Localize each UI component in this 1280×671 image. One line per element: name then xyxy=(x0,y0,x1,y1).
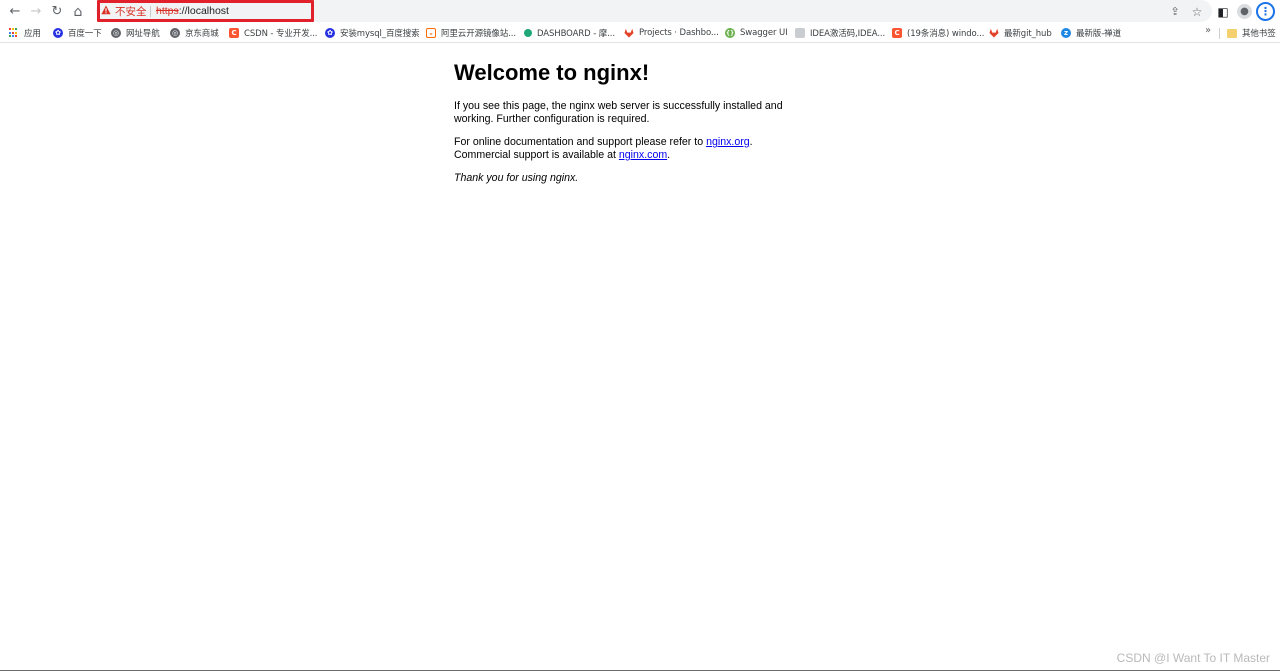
forward-button[interactable]: → xyxy=(25,0,47,23)
bookmark-aliyun-mirror[interactable]: - 阿里云开源镜像站... xyxy=(426,25,516,41)
bookmarks-divider xyxy=(1219,28,1220,39)
gitlab-icon xyxy=(989,28,999,38)
forward-arrow-icon: → xyxy=(30,4,42,19)
reload-icon: ↻ xyxy=(51,4,63,19)
other-bookmarks-folder[interactable]: 其他书签 xyxy=(1227,25,1276,41)
bookmark-label: IDEA激活码,IDEA... xyxy=(810,29,886,39)
bookmark-gitlab-projects[interactable]: Projects · Dashbo... xyxy=(624,25,719,41)
idea-icon xyxy=(795,28,805,38)
annotation-highlight-box xyxy=(97,0,314,22)
globe-icon: ◎ xyxy=(111,28,121,38)
share-button[interactable]: ⇪ xyxy=(1164,0,1186,23)
side-panel-button[interactable]: ◧ xyxy=(1212,0,1234,23)
bookmark-label: 应用 xyxy=(24,29,41,39)
bookmark-csdn[interactable]: C CSDN - 专业开发... xyxy=(229,25,318,41)
baidu-paw-icon: ✿ xyxy=(325,28,335,38)
bookmark-label: (19条消息) windo... xyxy=(907,29,985,39)
bookmark-jd[interactable]: ◎ 京东商城 xyxy=(170,25,219,41)
back-arrow-icon: ← xyxy=(9,4,21,19)
bookmark-label: 安装mysql_百度搜索 xyxy=(340,29,420,39)
bookmark-label: 其他书签 xyxy=(1242,29,1276,39)
folder-icon xyxy=(1227,28,1237,38)
watermark-text: CSDN @I Want To IT Master xyxy=(1116,651,1270,665)
swagger-icon: {} xyxy=(725,28,735,38)
dashboard-icon xyxy=(524,29,532,37)
profile-icon: ● xyxy=(1240,6,1249,17)
nginx-org-link[interactable]: nginx.org xyxy=(706,136,750,148)
bookmark-label: 网址导航 xyxy=(126,29,160,39)
documentation-paragraph: For online documentation and support ple… xyxy=(454,136,794,162)
bookmark-label: 京东商城 xyxy=(185,29,219,39)
home-icon: ⌂ xyxy=(73,3,83,20)
aliyun-icon: - xyxy=(426,28,436,38)
page-title: Welcome to nginx! xyxy=(454,60,650,85)
bookmark-star-button[interactable]: ☆ xyxy=(1186,0,1208,23)
bookmark-apps[interactable]: 应用 xyxy=(9,25,41,41)
nginx-com-link[interactable]: nginx.com xyxy=(619,149,667,161)
browser-menu-button[interactable]: ⋮ xyxy=(1256,2,1275,21)
side-panel-icon: ◧ xyxy=(1217,4,1229,19)
thanks-text: Thank you for using nginx. xyxy=(454,172,579,184)
bookmark-label: DASHBOARD - 摩... xyxy=(537,29,615,39)
more-bookmarks-chevron-icon[interactable]: » xyxy=(1205,25,1211,36)
profile-avatar[interactable]: ● xyxy=(1237,4,1252,19)
bookmark-dashboard[interactable]: DASHBOARD - 摩... xyxy=(524,25,615,41)
commercial-text: Commercial support is available at xyxy=(454,149,619,161)
doc-text: For online documentation and support ple… xyxy=(454,136,707,148)
kebab-menu-icon: ⋮ xyxy=(1260,5,1271,18)
home-button[interactable]: ⌂ xyxy=(67,0,89,23)
bookmarks-bar: 应用 ✿ 百度一下 ◎ 网址导航 ◎ 京东商城 C CSDN - 专业开发...… xyxy=(0,23,1280,43)
commercial-punct: . xyxy=(667,149,671,161)
zentao-icon: z xyxy=(1061,28,1071,38)
star-icon: ☆ xyxy=(1191,4,1203,19)
browser-toolbar: ← → ↻ ⌂ 不安全 https://localhost ⇪ ☆ ◧ ● ⋮ xyxy=(0,0,1280,23)
bookmark-label: 最新git_hub xyxy=(1004,29,1052,39)
apps-grid-icon xyxy=(9,28,19,38)
intro-paragraph: If you see this page, the nginx web serv… xyxy=(454,100,783,125)
bookmark-csdn-messages[interactable]: C (19条消息) windo... xyxy=(892,25,984,41)
bookmark-git-hub[interactable]: 最新git_hub xyxy=(989,25,1052,41)
bookmark-zentao[interactable]: z 最新版-禅道 xyxy=(1061,25,1121,41)
reload-button[interactable]: ↻ xyxy=(46,0,68,23)
doc-punct: . xyxy=(749,136,753,148)
bookmark-baidu[interactable]: ✿ 百度一下 xyxy=(53,25,102,41)
back-button[interactable]: ← xyxy=(4,0,26,23)
bookmark-mysql-search[interactable]: ✿ 安装mysql_百度搜索 xyxy=(325,25,420,41)
bookmark-idea[interactable]: IDEA激活码,IDEA... xyxy=(795,25,885,41)
bookmark-label: Swagger UI xyxy=(740,28,788,38)
globe-icon: ◎ xyxy=(170,28,180,38)
baidu-paw-icon: ✿ xyxy=(53,28,63,38)
bookmark-label: 阿里云开源镜像站... xyxy=(441,29,517,39)
nginx-welcome-page: Welcome to nginx! If you see this page, … xyxy=(454,58,814,195)
share-icon: ⇪ xyxy=(1170,5,1180,18)
bookmark-label: 最新版-禅道 xyxy=(1076,29,1121,39)
csdn-icon: C xyxy=(229,28,239,38)
gitlab-icon xyxy=(624,28,634,38)
bookmark-label: 百度一下 xyxy=(68,29,102,39)
bookmark-url-nav[interactable]: ◎ 网址导航 xyxy=(111,25,160,41)
bookmark-label: CSDN - 专业开发... xyxy=(244,29,318,39)
csdn-icon: C xyxy=(892,28,902,38)
thanks-paragraph: Thank you for using nginx. xyxy=(454,172,794,185)
bookmark-swagger[interactable]: {} Swagger UI xyxy=(725,25,788,41)
bookmark-label: Projects · Dashbo... xyxy=(639,28,719,38)
